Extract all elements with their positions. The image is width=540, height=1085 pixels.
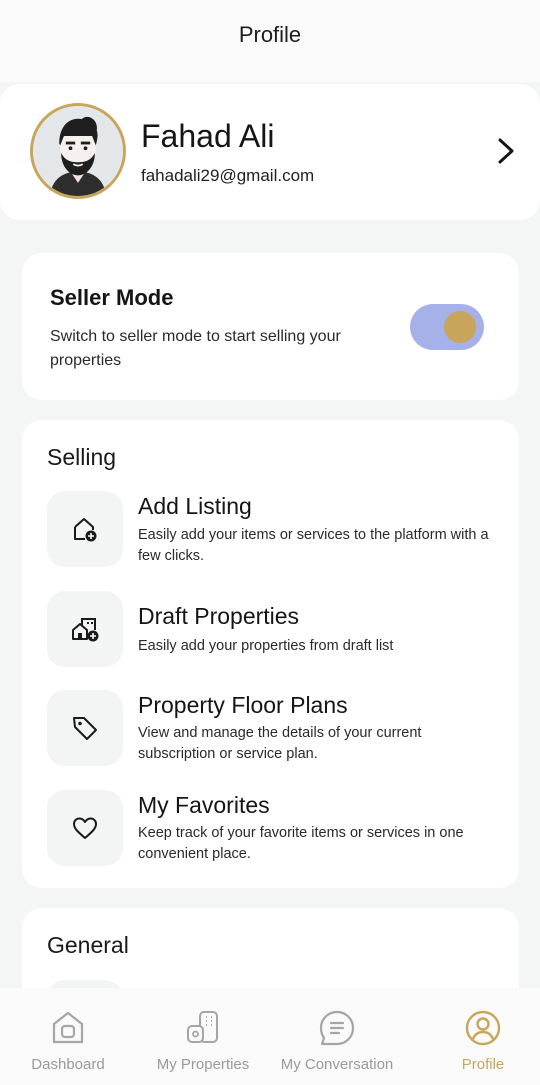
menu-item-draft-properties[interactable]: Draft Properties Easily add your propert… <box>47 591 497 667</box>
menu-icon-container <box>47 790 123 866</box>
nav-label: My Conversation <box>280 1056 394 1073</box>
app-header: Profile <box>0 0 540 82</box>
nav-item-my-conversation[interactable]: My Conversation <box>276 988 398 1085</box>
profile-icon <box>465 1010 501 1046</box>
avatar <box>30 103 126 199</box>
nav-label: Dashboard <box>31 1056 105 1073</box>
avatar-illustration <box>33 106 123 196</box>
properties-icon <box>187 1011 218 1043</box>
dashboard-icon <box>52 1011 84 1044</box>
nav-item-my-properties[interactable]: My Properties <box>150 988 256 1085</box>
nav-label: My Properties <box>156 1056 250 1073</box>
tag-icon <box>73 717 97 740</box>
menu-item-title: My Favorites <box>138 792 270 818</box>
buildings-plus-icon <box>72 618 99 642</box>
nav-item-dashboard[interactable]: Dashboard <box>22 988 114 1085</box>
profile-name: Fahad Ali <box>141 118 275 154</box>
seller-mode-card: Seller Mode Switch to seller mode to sta… <box>22 253 519 400</box>
selling-section: Selling Add Listing Easily add your item… <box>22 420 519 888</box>
menu-item-description: View and manage the details of your curr… <box>138 725 422 762</box>
menu-item-add-listing[interactable]: Add Listing Easily add your items or ser… <box>47 491 497 567</box>
menu-item-description: Easily add your items or services to the… <box>138 527 489 564</box>
chevron-right-icon[interactable] <box>494 136 518 166</box>
menu-item-title: Property Floor Plans <box>138 692 348 718</box>
menu-item-description: Keep track of your favorite items or ser… <box>138 825 464 862</box>
menu-icon-container <box>47 690 123 766</box>
menu-icon-container <box>47 591 123 667</box>
profile-email: fahadali29@gmail.com <box>141 166 315 185</box>
seller-mode-toggle[interactable] <box>410 304 484 350</box>
toggle-knob <box>444 311 476 343</box>
page-title: Profile <box>238 22 302 47</box>
bottom-navigation: Dashboard My Properties My Conversation … <box>0 988 540 1085</box>
home-plus-icon <box>74 518 97 542</box>
menu-item-title: Add Listing <box>138 493 252 519</box>
menu-item-property-floor-plans[interactable]: Property Floor Plans View and manage the… <box>47 690 497 766</box>
heart-icon <box>73 817 97 839</box>
seller-mode-title: Seller Mode <box>50 285 174 310</box>
menu-icon-container <box>47 491 123 567</box>
section-title-selling: Selling <box>47 444 117 470</box>
seller-mode-description: Switch to seller mode to start selling y… <box>50 328 341 369</box>
nav-label: Profile <box>461 1056 505 1073</box>
nav-item-profile[interactable]: Profile <box>444 988 522 1085</box>
conversation-icon <box>319 1010 355 1046</box>
menu-item-my-favorites[interactable]: My Favorites Keep track of your favorite… <box>47 790 497 866</box>
menu-item-title: Draft Properties <box>138 603 300 629</box>
menu-item-description: Easily add your properties from draft li… <box>138 638 394 654</box>
section-title-general: General <box>47 932 129 958</box>
profile-card[interactable]: Fahad Ali fahadali29@gmail.com <box>0 84 540 220</box>
